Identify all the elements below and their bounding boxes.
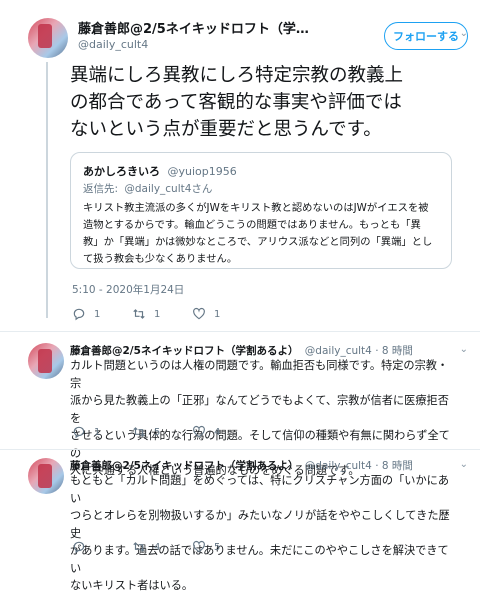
retweet-button[interactable]: 4 (132, 540, 192, 554)
divider (0, 331, 480, 332)
chevron-down-icon[interactable]: ⌄ (460, 459, 468, 470)
like-button[interactable]: 1 (192, 307, 252, 321)
quoted-tweet[interactable]: あかしろきいろ @yuiop1956 返信先: @daily_cult4さん キ… (70, 152, 452, 269)
follow-button[interactable]: フォローする (384, 22, 468, 50)
divider (0, 449, 480, 450)
reply-author-handle[interactable]: @daily_cult4 (305, 345, 372, 357)
reply-icon (73, 426, 85, 439)
reply-to-handle[interactable]: @daily_cult4さん (124, 183, 212, 195)
heart-icon (193, 307, 205, 320)
reply-to-label: 返信先: (83, 183, 119, 195)
reply-author-name[interactable]: 藤倉善郎@2/5ネイキッドロフト（学割あるよ） (70, 460, 298, 472)
reply-actions: 4 5 (72, 540, 252, 554)
retweet-count: 5 (154, 426, 161, 438)
quote-author-name: あかしろきいろ (83, 165, 160, 178)
retweet-icon (133, 542, 145, 552)
author-handle[interactable]: @daily_cult4 (78, 38, 148, 51)
reply-author-name[interactable]: 藤倉善郎@2/5ネイキッドロフト（学割あるよ） (70, 345, 298, 357)
retweet-icon (133, 427, 145, 437)
retweet-button[interactable]: 1 (132, 307, 192, 321)
chevron-down-icon[interactable]: ⌄ (460, 28, 468, 39)
author-name[interactable]: 藤倉善郎@2/5ネイキッドロフト（学… (78, 18, 309, 37)
retweet-count: 4 (154, 541, 161, 553)
avatar[interactable] (28, 18, 68, 58)
thread-line (46, 62, 48, 318)
retweet-icon (133, 309, 145, 319)
like-button[interactable]: 4 (192, 425, 252, 439)
reply-actions: 1 5 4 (72, 425, 252, 439)
like-count: 5 (214, 541, 221, 553)
quote-text: キリスト教主流派の多くがJWをキリスト教と認めないのはJWがイエスを被 造物とす… (83, 202, 433, 265)
tweet-text: 異端にしろ異教にしろ特定宗教の教義上 の都合であって客観的な事実や評価では ない… (70, 65, 404, 140)
reply-icon (73, 541, 85, 554)
reply-count: 1 (94, 426, 101, 438)
retweet-count: 1 (154, 308, 161, 320)
reply-header: 藤倉善郎@2/5ネイキッドロフト（学割あるよ） @daily_cult4 · 8… (70, 343, 413, 358)
tweet-thread: 藤倉善郎@2/5ネイキッドロフト（学… @daily_cult4 フォローする … (0, 0, 480, 592)
reply-button[interactable]: 1 (72, 425, 132, 439)
like-count: 4 (214, 426, 221, 438)
like-button[interactable]: 5 (192, 540, 252, 554)
heart-icon (193, 540, 205, 553)
tweet-actions: 1 1 1 (72, 307, 252, 321)
reply-author-handle[interactable]: @daily_cult4 (305, 460, 372, 472)
reply-time[interactable]: · 8 時間 (375, 460, 413, 472)
quote-reply-line: 返信先: @daily_cult4さん (83, 181, 212, 196)
tweet-timestamp[interactable]: 5:10 - 2020年1月24日 (72, 282, 184, 297)
heart-icon (193, 425, 205, 438)
reply-time[interactable]: · 8 時間 (375, 345, 413, 357)
reply-text: もともと「カルト問題」をめぐっては、特にクリスチャン方面の「いかにあい つらとオ… (70, 474, 450, 592)
reply-count: 1 (94, 308, 101, 320)
reply-header: 藤倉善郎@2/5ネイキッドロフト（学割あるよ） @daily_cult4 · 8… (70, 458, 413, 473)
retweet-button[interactable]: 5 (132, 425, 192, 439)
avatar[interactable] (28, 343, 64, 379)
like-count: 1 (214, 308, 221, 320)
quote-author-handle: @yuiop1956 (167, 165, 237, 178)
reply-icon (73, 308, 85, 321)
chevron-down-icon[interactable]: ⌄ (460, 344, 468, 355)
reply-button[interactable] (72, 540, 132, 554)
reply-button[interactable]: 1 (72, 307, 132, 321)
quote-header: あかしろきいろ @yuiop1956 (83, 163, 237, 179)
avatar[interactable] (28, 458, 64, 494)
